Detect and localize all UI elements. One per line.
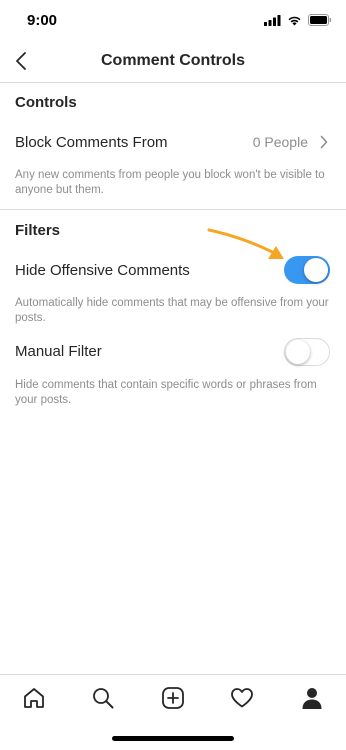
cellular-signal-icon [264, 14, 281, 26]
status-time: 9:00 [27, 12, 58, 29]
block-comments-count: 0 People [252, 134, 308, 150]
tab-activity[interactable] [229, 685, 255, 711]
status-icons [264, 14, 332, 26]
status-bar: 9:00 [0, 0, 346, 42]
hide-offensive-label: Hide Offensive Comments [15, 261, 190, 279]
manual-filter-toggle[interactable] [284, 338, 330, 366]
page-title: Comment Controls [101, 52, 245, 69]
tab-new-post[interactable] [160, 685, 186, 711]
hide-offensive-toggle[interactable] [284, 256, 330, 284]
profile-icon [302, 688, 322, 709]
controls-heading: Controls [15, 94, 77, 111]
toggle-knob [286, 340, 310, 364]
battery-icon [308, 14, 332, 26]
block-comments-label: Block Comments From [15, 133, 168, 151]
toggle-knob [304, 258, 328, 282]
chevron-right-icon [320, 135, 328, 149]
block-comments-description: Any new comments from people you block w… [15, 169, 325, 196]
wifi-icon [288, 16, 301, 25]
search-icon [93, 688, 114, 709]
tab-search[interactable] [90, 685, 116, 711]
heart-icon [231, 688, 253, 708]
tab-profile[interactable] [299, 685, 325, 711]
filters-heading: Filters [15, 222, 61, 239]
add-icon [162, 687, 184, 709]
hide-offensive-description: Automatically hide comments that may be … [15, 297, 329, 324]
manual-filter-label: Manual Filter [15, 342, 102, 360]
section-divider [0, 209, 346, 210]
home-indicator[interactable] [112, 736, 234, 741]
nav-bar: Comment Controls [0, 42, 346, 83]
home-icon [24, 688, 44, 708]
manual-filter-description: Hide comments that contain specific word… [15, 379, 317, 406]
tab-home[interactable] [21, 685, 47, 711]
block-comments-row[interactable]: Block Comments From 0 People [0, 124, 346, 160]
